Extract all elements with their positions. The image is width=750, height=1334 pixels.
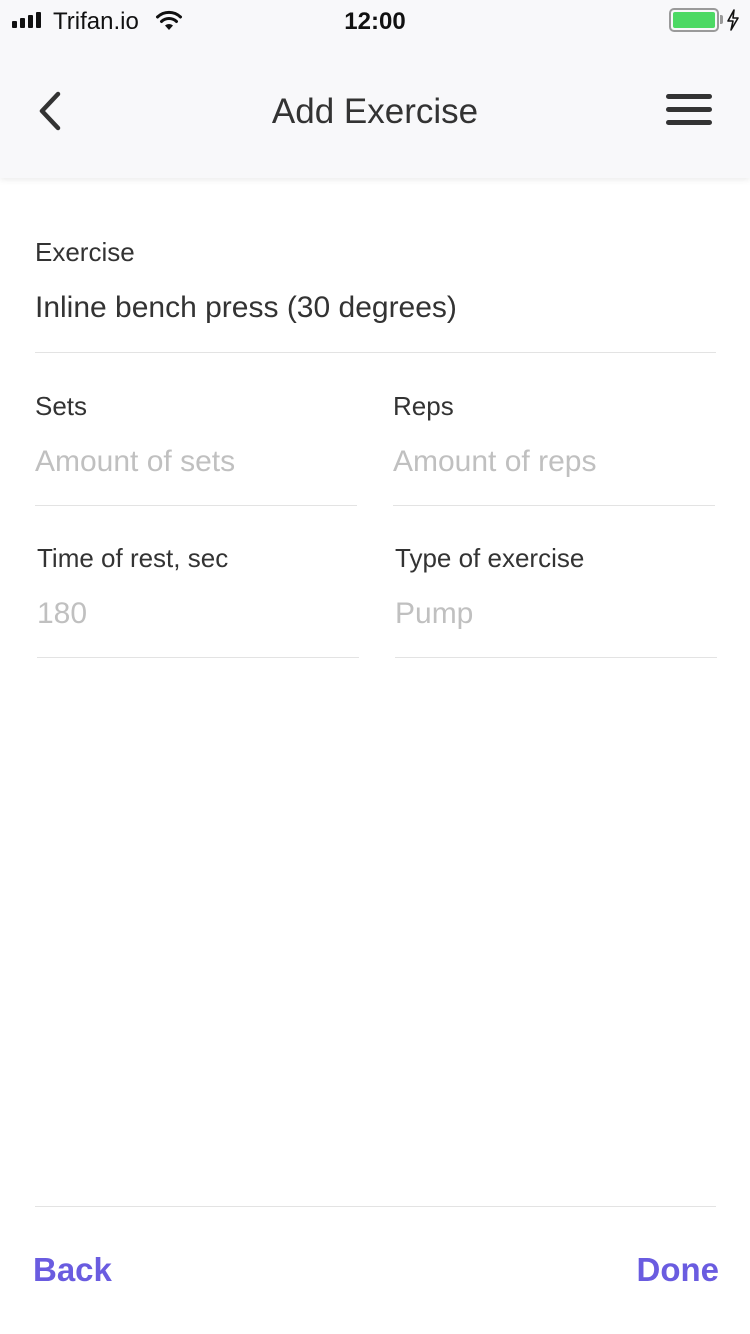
sets-label: Sets (35, 391, 88, 421)
exercise-type-field[interactable]: Type of exercise Pump (395, 542, 717, 632)
rest-time-field[interactable]: Time of rest, sec 180 (37, 542, 359, 632)
back-button[interactable]: Back (33, 1250, 112, 1290)
exercise-type-label: Type of exercise (395, 543, 585, 573)
hamburger-menu-icon[interactable] (666, 94, 714, 128)
reps-field[interactable]: Reps Amount of reps (393, 390, 715, 480)
page-title: Add Exercise (271, 92, 479, 131)
header: Trifan.io 12:00 Add Exercise (0, 0, 750, 178)
reps-label: Reps (393, 391, 454, 421)
exercise-type-input[interactable]: Pump (395, 596, 717, 632)
status-time: 12:00 (344, 8, 406, 35)
divider (393, 505, 715, 506)
battery-tip (720, 15, 723, 24)
battery-level (673, 12, 715, 28)
divider (37, 657, 359, 658)
sets-input[interactable]: Amount of sets (35, 444, 357, 480)
rest-time-input[interactable]: 180 (37, 596, 359, 632)
add-exercise-screen: Trifan.io 12:00 Add Exercise Exercise In… (0, 0, 750, 1334)
exercise-field[interactable]: Exercise Inline bench press (30 degrees) (35, 236, 715, 326)
footer-divider (35, 1206, 716, 1207)
charging-bolt-icon (727, 9, 739, 31)
done-button[interactable]: Done (637, 1250, 720, 1290)
divider (35, 505, 357, 506)
status-bar: Trifan.io 12:00 (0, 0, 750, 40)
exercise-label: Exercise (35, 237, 135, 267)
divider (35, 352, 716, 353)
battery-icon (669, 8, 719, 32)
sets-field[interactable]: Sets Amount of sets (35, 390, 357, 480)
reps-input[interactable]: Amount of reps (393, 444, 715, 480)
exercise-value[interactable]: Inline bench press (30 degrees) (35, 290, 715, 326)
divider (395, 657, 717, 658)
rest-time-label: Time of rest, sec (37, 543, 229, 573)
